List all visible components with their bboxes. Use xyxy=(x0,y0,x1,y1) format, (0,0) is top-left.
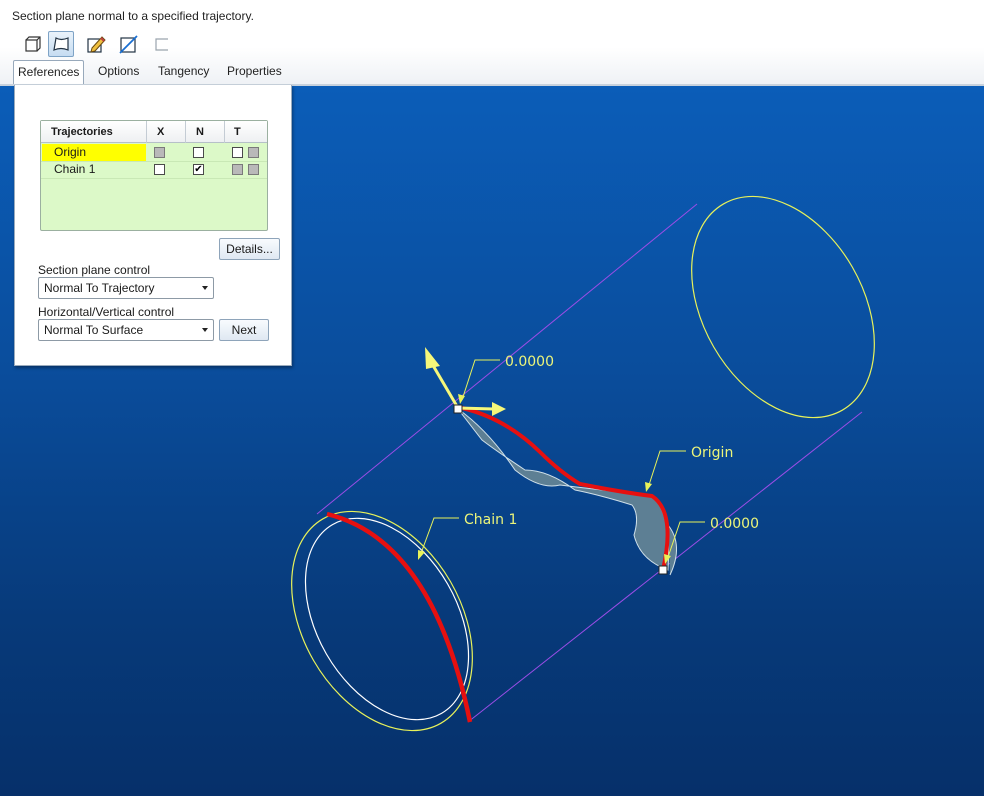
x-checkbox[interactable] xyxy=(154,147,165,158)
row-divider xyxy=(41,178,267,179)
trajectory-name[interactable]: Origin xyxy=(42,144,146,161)
sketch-edit-icon xyxy=(87,36,106,53)
header-n: N xyxy=(196,126,204,138)
chain-1-label[interactable]: Chain 1 xyxy=(464,512,517,528)
references-panel: Trajectories X N T Origin Chain 1 ✔ Deta… xyxy=(14,85,292,366)
header-trajectories: Trajectories xyxy=(51,126,113,138)
solid-button[interactable] xyxy=(19,31,45,57)
remove-material-icon xyxy=(119,35,138,54)
chevron-down-icon xyxy=(202,286,208,290)
solid-icon xyxy=(25,36,41,52)
header-x: X xyxy=(157,126,165,138)
status-prompt: Section plane normal to a specified traj… xyxy=(12,9,254,23)
normal-direction-arrow[interactable] xyxy=(429,361,460,409)
x-checkbox[interactable] xyxy=(154,164,165,175)
end-point-handle[interactable] xyxy=(658,565,668,575)
origin-leader xyxy=(647,450,686,489)
tab-references[interactable]: References xyxy=(13,60,85,87)
hv-control-label: Horizontal/Vertical control xyxy=(38,305,175,319)
t-checkbox[interactable] xyxy=(232,147,243,158)
surface-button[interactable] xyxy=(48,31,74,57)
start-point-handle[interactable] xyxy=(453,404,463,414)
next-button[interactable]: Next xyxy=(219,319,269,341)
n-checkbox[interactable] xyxy=(193,147,204,158)
t-checkbox[interactable] xyxy=(248,164,259,175)
hv-control-select[interactable]: Normal To Surface xyxy=(38,319,214,341)
t-checkbox[interactable] xyxy=(248,147,259,158)
table-row-origin[interactable]: Origin xyxy=(41,144,267,161)
t-checkbox[interactable] xyxy=(232,164,243,175)
feature-dashboard: Section plane normal to a specified traj… xyxy=(0,0,984,87)
header-t: T xyxy=(234,126,241,138)
normal-arrow-head-icon xyxy=(425,347,440,369)
tab-properties[interactable]: Properties xyxy=(223,60,286,86)
origin-trajectory[interactable] xyxy=(461,406,670,571)
n-checkbox-checked[interactable]: ✔ xyxy=(193,164,204,175)
hv-control-value: Normal To Surface xyxy=(44,323,144,337)
surface-icon xyxy=(53,37,69,51)
chevron-down-icon xyxy=(202,328,208,332)
column-separator xyxy=(185,121,186,143)
section-plane-select[interactable]: Normal To Trajectory xyxy=(38,277,214,299)
remove-material-button[interactable] xyxy=(115,31,141,57)
section-plane-value: Normal To Trajectory xyxy=(44,281,155,295)
trajectory-arrow-head-icon xyxy=(492,402,506,416)
thicken-icon xyxy=(155,38,168,51)
table-row-chain-1[interactable]: Chain 1 ✔ xyxy=(41,161,267,178)
trajectories-table: Trajectories X N T Origin Chain 1 ✔ xyxy=(40,120,268,231)
trajectories-table-header: Trajectories X N T xyxy=(41,121,267,143)
swept-surface[interactable] xyxy=(457,408,670,571)
tab-options[interactable]: Options xyxy=(94,60,143,86)
column-separator xyxy=(224,121,225,143)
trajectory-direction-arrow[interactable] xyxy=(457,406,495,411)
details-button[interactable]: Details... xyxy=(219,238,280,260)
tab-tangency[interactable]: Tangency xyxy=(154,60,213,86)
section-plane-label: Section plane control xyxy=(38,263,151,277)
end-value-label[interactable]: 0.0000 xyxy=(710,516,759,532)
trajectory-name[interactable]: Chain 1 xyxy=(42,161,146,178)
origin-label[interactable]: Origin xyxy=(691,445,733,461)
chain-1-trajectory[interactable] xyxy=(326,511,473,723)
thicken-button[interactable] xyxy=(148,31,174,57)
origin-leader-arrow-icon xyxy=(645,482,652,492)
chain-leader xyxy=(419,517,459,557)
sketch-edit-button[interactable] xyxy=(83,31,109,57)
column-separator xyxy=(146,121,147,143)
start-value-label[interactable]: 0.0000 xyxy=(505,354,554,370)
